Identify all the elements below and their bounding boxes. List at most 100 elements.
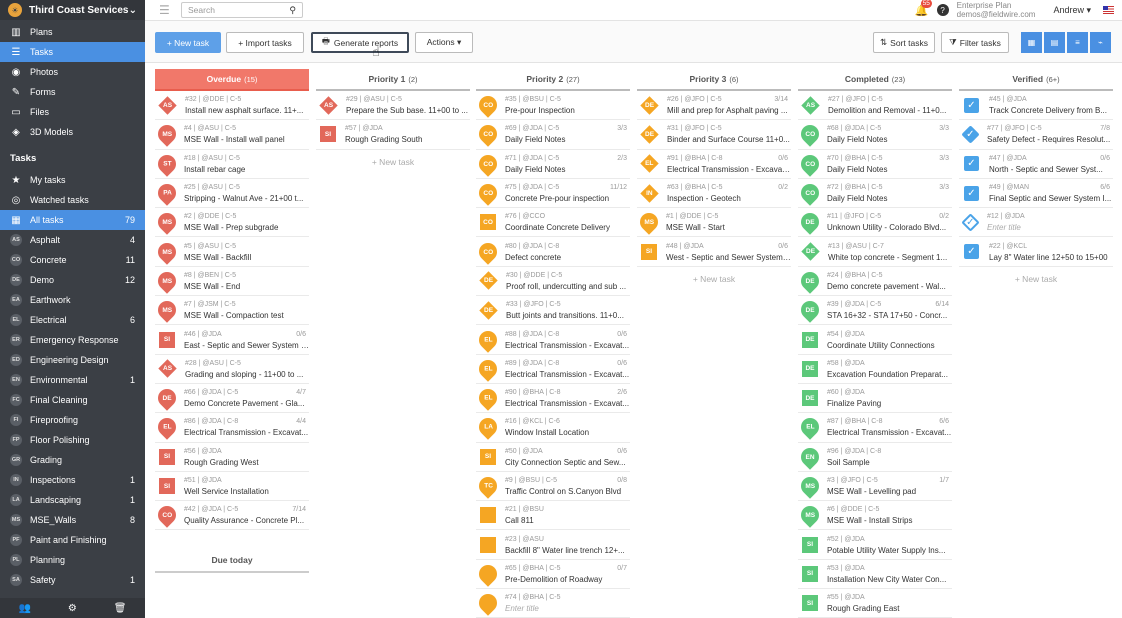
task-card[interactable]: #65 | @BHA | C-5 0/7 Pre-Demolition of Roa… — [475, 560, 630, 590]
task-card[interactable]: TC #9 | @BSU | C-5 0/8 Traffic Control on S… — [475, 472, 630, 502]
task-card[interactable]: SI #48 | @JDA 0/6 West - Septic and Sewer S… — [637, 237, 791, 267]
task-card[interactable]: ✓ #47 | @JDA 0/6 North - Septic and Sewer S… — [959, 150, 1113, 179]
task-card[interactable]: LA #16 | @KCL | C-6 Window Install Locatio… — [475, 413, 630, 443]
task-card[interactable]: CO #80 | @JDA | C-8 Defect concrete — [475, 237, 630, 267]
task-card[interactable]: DE #26 | @JFO | C-5 3/14 Mill and prep for … — [637, 91, 791, 121]
task-card[interactable]: CO #76 | @CCO Coordinate Concrete Delivery — [476, 208, 630, 238]
sidebar-category-concrete[interactable]: CO Concrete 11 — [0, 250, 145, 270]
sidebar-item-tasks[interactable]: ☰ Tasks — [0, 42, 145, 62]
sidebar-category-asphalt[interactable]: AS Asphalt 4 — [0, 230, 145, 250]
task-card[interactable]: DE #31 | @JFO | C-5 Binder and Surface Cou… — [637, 120, 791, 150]
sidebar-item-files[interactable]: ▭ Files — [0, 102, 145, 122]
sidebar-category-inspections[interactable]: IN Inspections 1 — [0, 470, 145, 490]
sidebar-category-grading[interactable]: GR Grading — [0, 450, 145, 470]
task-card[interactable]: #74 | @BHA | C-5 Enter title — [475, 589, 630, 618]
task-card[interactable]: DE #33 | @JFO | C-5 Butt joints and transi… — [476, 296, 630, 326]
sidebar-item-photos[interactable]: ◉ Photos — [0, 62, 145, 82]
task-card[interactable]: SI #56 | @JDA Rough Grading West — [155, 443, 309, 472]
task-card[interactable]: EL #90 | @BHA | C-8 2/6 Electrical Transmis… — [475, 384, 630, 414]
generate-reports-button[interactable]: 🖶 Generate reports — [311, 32, 409, 53]
task-card[interactable]: SI #53 | @JDA Installation New City Water … — [798, 560, 952, 590]
task-card[interactable]: EL #86 | @JDA | C-8 4/4 Electrical Transmis… — [155, 413, 309, 443]
task-card[interactable]: DE #58 | @JDA Excavation Foundation Prepar… — [798, 355, 952, 384]
task-card[interactable]: ✓ #77 | @JFO | C-5 7/8 Safety Defect - Requ… — [959, 120, 1113, 150]
gear-icon[interactable]: ⚙ — [68, 603, 77, 614]
task-card[interactable]: CO #70 | @BHA | C-5 3/3 Daily Field Notes — [797, 150, 952, 179]
calendar-view-icon[interactable]: ▤ — [1044, 32, 1065, 53]
task-card[interactable]: MS #6 | @DDE | C-5 MSE Wall - Install Stri… — [797, 501, 952, 531]
new-task-link[interactable]: + New task — [959, 267, 1113, 291]
search-input[interactable]: Search ⚲ — [181, 2, 303, 18]
task-card[interactable]: DE #54 | @JDA Coordinate Utility Connectio… — [798, 325, 952, 355]
task-card[interactable]: CO #69 | @JDA | C-5 3/3 Daily Field Notes — [475, 120, 630, 150]
task-card[interactable]: DE #24 | @BHA | C-5 Demo concrete pavement… — [797, 267, 952, 297]
task-card[interactable]: #21 | @BSU Call 811 — [476, 501, 630, 531]
task-card[interactable]: #23 | @ASU Backfill 8" Water line trench … — [476, 530, 630, 560]
task-card[interactable]: SI #55 | @JDA Rough Grading East — [798, 589, 952, 618]
gantt-view-icon[interactable]: ≡ — [1067, 32, 1088, 53]
menu-icon[interactable]: ☰ — [159, 3, 173, 17]
task-card[interactable]: MS #5 | @ASU | C-5 MSE Wall - Backfill — [155, 237, 309, 267]
sidebar-filter-all-tasks[interactable]: ▦ All tasks 79 — [0, 210, 145, 230]
task-card[interactable]: EL #91 | @BHA | C-8 0/6 Electrical Transmis… — [637, 150, 791, 179]
sidebar-category-electrical[interactable]: EL Electrical 6 — [0, 310, 145, 330]
task-card[interactable]: CO #72 | @BHA | C-5 3/3 Daily Field Notes — [797, 179, 952, 209]
task-card[interactable]: MS #3 | @JFO | C-5 1/7 MSE Wall - Levelling… — [797, 472, 952, 502]
org-switcher[interactable]: ☀ Third Coast Services ⌄ — [0, 0, 145, 20]
chart-view-icon[interactable]: ⌁ — [1090, 32, 1111, 53]
sidebar-category-emergency-response[interactable]: ER Emergency Response — [0, 330, 145, 350]
us-flag-icon[interactable] — [1103, 6, 1114, 14]
task-card[interactable]: EL #88 | @JDA | C-8 0/6 Electrical Transmis… — [475, 325, 630, 355]
task-card[interactable]: DE #11 | @JFO | C-5 0/2 Unknown Utility - C… — [797, 208, 952, 238]
sidebar-category-landscaping[interactable]: LA Landscaping 1 — [0, 490, 145, 510]
sort-tasks-button[interactable]: ⇅ Sort tasks — [873, 32, 935, 53]
task-card[interactable]: PA #25 | @ASU | C-5 Stripping - Walnut Ave… — [155, 179, 309, 209]
new-task-link[interactable]: + New task — [316, 150, 470, 174]
task-card[interactable]: SI #52 | @JDA Potable Utility Water Supply… — [798, 530, 952, 560]
sidebar-item-forms[interactable]: ✎ Forms — [0, 82, 145, 102]
sidebar-category-safety[interactable]: SA Safety 1 — [0, 570, 145, 590]
task-card[interactable]: SI #50 | @JDA 0/6 City Connection Septic an… — [476, 443, 630, 472]
task-card[interactable]: EN #96 | @JDA | C-8 Soil Sample — [797, 443, 952, 472]
sidebar-category-engineering-design[interactable]: ED Engineering Design — [0, 350, 145, 370]
task-card[interactable]: ST #18 | @ASU | C-5 Install rebar cage — [155, 150, 309, 179]
task-card[interactable]: CO #71 | @JDA | C-5 2/3 Daily Field Notes — [475, 150, 630, 179]
task-card[interactable]: AS #32 | @DDE | C-5 Install new asphalt su… — [155, 91, 309, 121]
task-card[interactable]: EL #89 | @JDA | C-8 0/6 Electrical Transmis… — [475, 355, 630, 384]
task-card[interactable]: DE #60 | @JDA Finalize Paving — [798, 384, 952, 414]
sidebar-category-mse-walls[interactable]: MS MSE_Walls 8 — [0, 510, 145, 530]
task-card[interactable]: CO #42 | @JDA | C-5 7/14 Quality Assurance … — [155, 501, 309, 531]
sidebar-item-plans[interactable]: ▥ Plans — [0, 22, 145, 42]
task-card[interactable]: CO #75 | @JDA | C-5 11/12 Concrete Pre-pour… — [475, 179, 630, 209]
help-icon[interactable]: ? — [936, 4, 949, 16]
task-card[interactable]: MS #1 | @DDE | C-5 MSE Wall - Start — [636, 208, 791, 238]
new-task-link[interactable]: + New task — [637, 267, 791, 291]
task-card[interactable]: CO #68 | @JDA | C-5 3/3 Daily Field Notes — [797, 120, 952, 150]
task-card[interactable]: SI #51 | @JDA Well Service Installation — [155, 472, 309, 502]
sidebar-category-demo[interactable]: DE Demo 12 — [0, 270, 145, 290]
sidebar-filter-my-tasks[interactable]: ★ My tasks — [0, 170, 145, 190]
sidebar-category-earthwork[interactable]: EA Earthwork — [0, 290, 145, 310]
task-card[interactable]: SI #57 | @JDA Rough Grading South — [316, 120, 470, 150]
sidebar-category-floor-polishing[interactable]: FP Floor Polishing — [0, 430, 145, 450]
sidebar-item-3d-models[interactable]: ◈ 3D Models — [0, 122, 145, 142]
task-card[interactable]: AS #29 | @ASU | C-5 Prepare the Sub base. … — [316, 91, 470, 121]
task-card[interactable]: ✓ #49 | @MAN 6/6 Final Septic and Sewer Sys… — [959, 179, 1113, 209]
actions-dropdown[interactable]: Actions ▾ — [415, 32, 473, 53]
task-card[interactable]: SI #46 | @JDA 0/6 East - Septic and Sewer S… — [155, 325, 309, 355]
user-menu[interactable]: Andrew ▾ — [1053, 5, 1091, 16]
sidebar-category-environmental[interactable]: EN Environmental 1 — [0, 370, 145, 390]
people-icon[interactable]: 👥 — [18, 603, 30, 614]
task-card[interactable]: MS #4 | @ASU | C-5 MSE Wall - Install wall… — [155, 120, 309, 150]
task-card[interactable]: AS #28 | @ASU | C-5 Grading and sloping - … — [155, 355, 309, 384]
task-card[interactable]: ✓ #12 | @JDA Enter title — [959, 208, 1113, 238]
sidebar-category-paint-and-finishing[interactable]: PF Paint and Finishing — [0, 530, 145, 550]
task-card[interactable]: MS #7 | @JSM | C-5 MSE Wall - Compaction t… — [155, 296, 309, 326]
board-view-icon[interactable]: ▦ — [1021, 32, 1042, 53]
task-card[interactable]: MS #2 | @DDE | C-5 MSE Wall - Prep subgrad… — [155, 208, 309, 238]
task-card[interactable]: ✓ #22 | @KCL Lay 8" Water line 12+50 to 15… — [959, 237, 1113, 267]
import-tasks-button[interactable]: + Import tasks — [226, 32, 304, 53]
task-card[interactable]: AS #27 | @JFO | C-5 Demolition and Removal… — [798, 91, 952, 121]
task-card[interactable]: ✓ #45 | @JDA Track Concrete Delivery from … — [959, 91, 1113, 121]
task-card[interactable]: DE #30 | @DDE | C-5 Proof roll, undercutti… — [476, 267, 630, 297]
